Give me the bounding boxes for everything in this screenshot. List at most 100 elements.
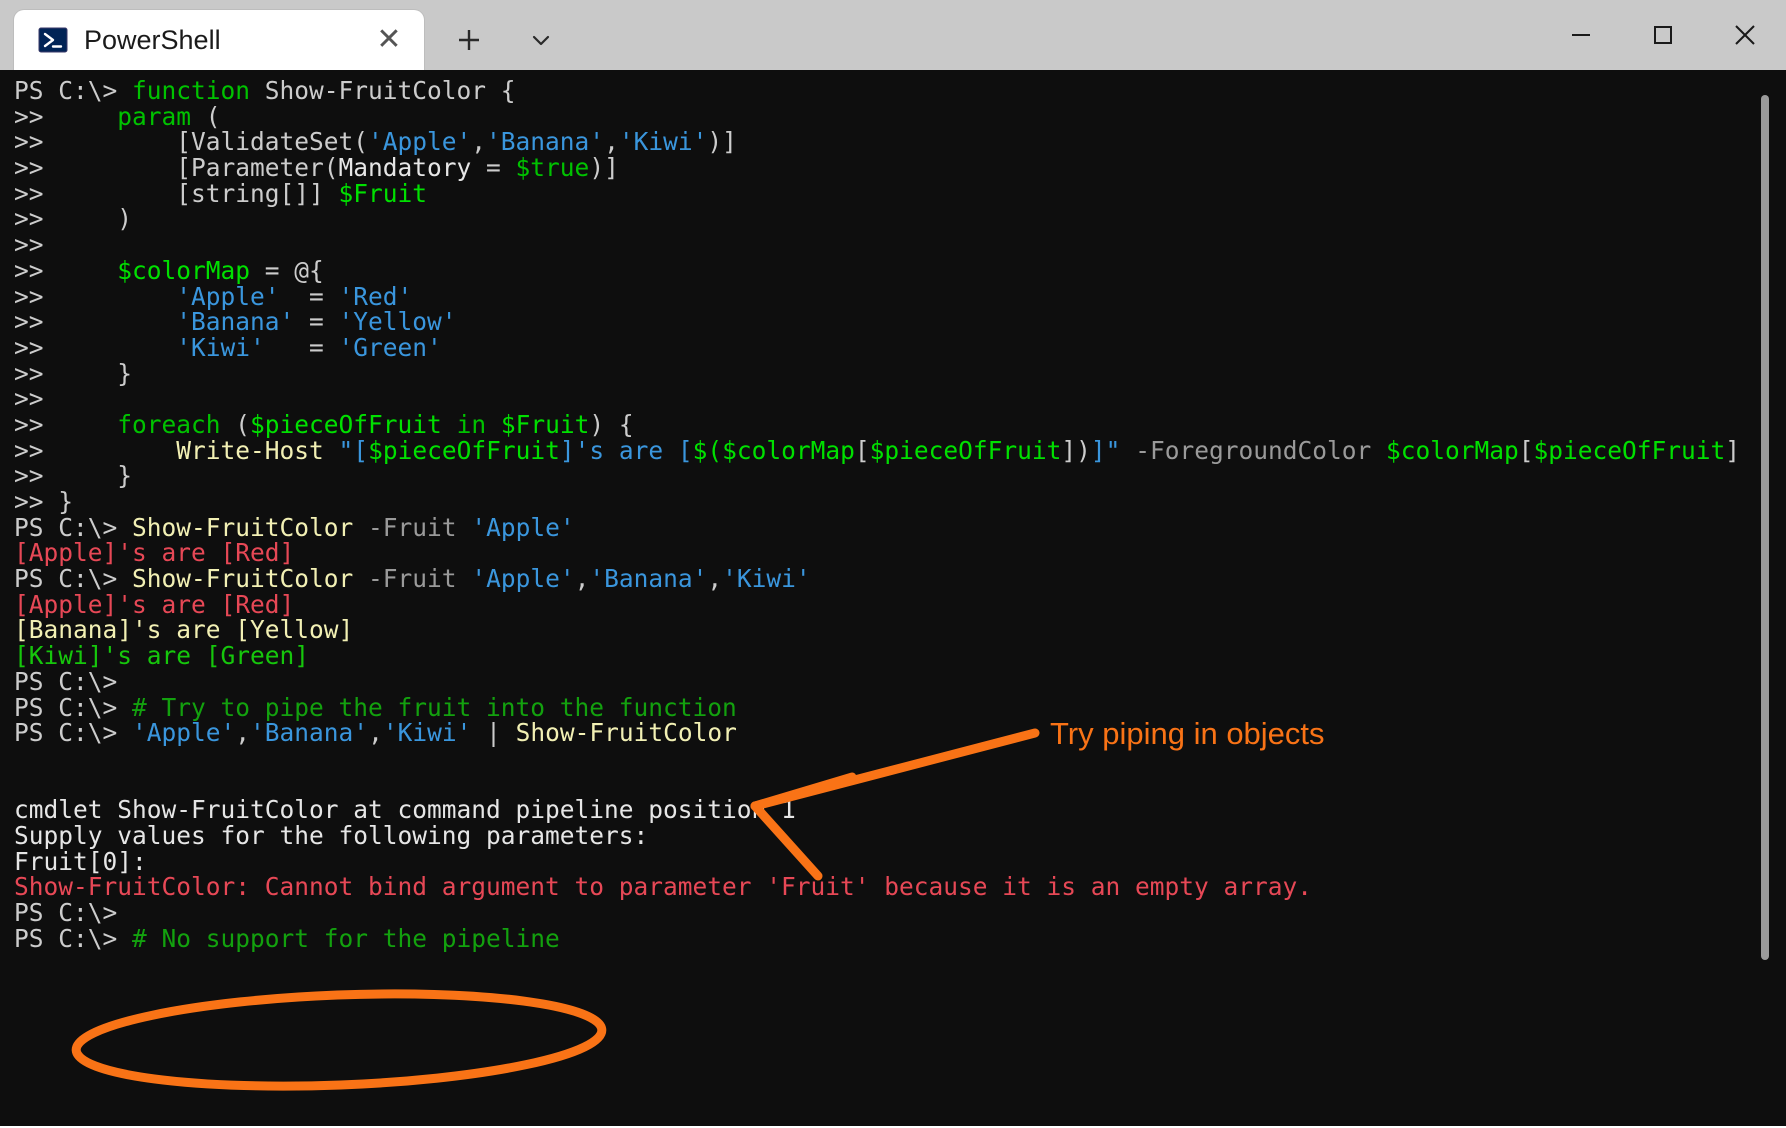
console-token: 'Apple' [132,718,236,748]
console-token: $colorMap [117,255,251,285]
console-token: )] [707,127,737,157]
console-line: >> 'Kiwi' = 'Green' [14,335,1764,361]
console-token: = [279,281,339,311]
console-token: ) { [589,409,634,439]
console-line: Fruit[0]: [14,846,1764,876]
console-token: PS C:\> [14,512,133,542]
tab-powershell[interactable]: PowerShell ✕ [14,10,424,70]
console-line: >> } [14,358,1764,388]
console-output-area[interactable]: PS C:\> function Show-FruitColor {>> par… [0,70,1786,1128]
console-token: $colorMap [1385,435,1519,465]
tab-dropdown-button[interactable] [512,10,570,70]
console-token: $true [515,153,590,183]
console-token: Mandatory [338,153,472,183]
console-token: cmdlet Show-FruitColor at command pipeli… [14,795,796,825]
console-token: $colorMap [722,435,855,465]
close-icon [1735,25,1755,45]
console-token: >> [14,307,177,337]
console-token: "[ [338,435,369,465]
console-token: Show-FruitColor [132,512,354,542]
console-token: [Apple]'s are [Red] [14,538,295,568]
console-line: >> [14,386,1764,412]
console-token: , [471,127,487,157]
console-token [486,410,501,439]
console-token: >> } [14,487,74,516]
new-tab-button[interactable] [440,10,498,70]
console-token: 'Apple' [471,512,575,542]
console-token: = [294,307,339,337]
console-token: [ [854,435,870,465]
console-token: , [574,564,590,594]
console-line: >> [string[]] $Fruit [14,178,1764,208]
console-token: 'Kiwi' [618,127,708,157]
console-token: 'Red' [338,281,413,311]
console-token: PS C:\> [14,692,133,722]
console-token: 'Apple' [368,127,472,157]
console-token: 'Green' [338,332,442,362]
console-token: >> } [14,358,133,388]
console-token [353,513,368,542]
console-token: 'Banana' [176,307,295,337]
console-token: PS C:\> [14,76,133,105]
console-line: >> [14,232,1764,258]
console-token [353,564,368,593]
console-token: 'Banana' [486,127,605,157]
console-token: 'Kiwi' [722,564,811,594]
console-token: Show-FruitColor { [250,76,516,105]
console-token: Fruit[0]: [14,846,147,876]
console-token: , [235,718,251,748]
console-token: 'Banana' [250,718,369,748]
console-token: ] [1725,435,1741,465]
console-token: $pieceOfFruit [1533,435,1726,465]
console-line: >> 'Apple' = 'Red' [14,281,1764,311]
console-token: $Fruit [338,178,428,208]
console-line: >> param ( [14,101,1764,131]
console-token: $pieceOfFruit [869,435,1062,465]
console-token: [Kiwi]'s are [Green] [14,641,310,671]
console-line: PS C:\> function Show-FruitColor { [14,78,1764,104]
console-token: , [707,564,723,594]
minimize-button[interactable] [1540,0,1622,70]
console-token: [Banana]'s are [Yellow] [14,615,354,645]
console-token: [Apple]'s are [Red] [14,589,295,619]
console-token: , [604,127,619,157]
console-scrollbar[interactable] [1761,70,1778,1128]
console-line: Show-FruitColor: Cannot bind argument to… [14,874,1764,900]
console-token: >> [14,384,44,414]
console-line: >> ) [14,206,1764,232]
console-token: # Try to pipe the fruit into the functio… [132,692,737,722]
console-token [457,513,472,542]
tab-title: PowerShell [84,24,221,55]
console-line: PS C:\> [14,900,1764,926]
console-token: param [117,101,192,131]
console-token: PS C:\> [14,923,133,953]
console-token: >> [14,332,177,362]
console-token: [ [1518,435,1534,465]
plus-icon [459,30,479,50]
console-line: [Banana]'s are [Yellow] [14,617,1764,643]
console-token: 'Kiwi' [176,332,265,362]
console-token: >> [14,101,118,131]
close-window-button[interactable] [1704,0,1786,70]
scrollbar-thumb[interactable] [1761,95,1769,960]
console-token: >> [string[]] [14,178,339,208]
console-token: PS C:\> [14,564,133,594]
console-token: ]) [1061,435,1091,465]
maximize-button[interactable] [1622,0,1704,70]
console-token: in [456,409,487,439]
console-token: $pieceOfFruit [368,435,560,465]
chevron-down-icon [532,35,550,46]
console-token: 'Yellow' [338,307,457,337]
powershell-icon [38,25,68,55]
console-line: Supply values for the following paramete… [14,823,1764,849]
console-token: # No support for the pipeline [132,923,560,953]
console-line: >> Write-Host "[$pieceOfFruit]'s are [$(… [14,435,1764,465]
console-token: -Fruit [368,512,457,542]
title-bar: PowerShell ✕ [0,0,1786,70]
close-tab-icon[interactable]: ✕ [368,19,410,61]
console-token: ( [220,409,251,439]
console-token: -Fruit [368,564,457,594]
console-token: >> [14,281,177,311]
